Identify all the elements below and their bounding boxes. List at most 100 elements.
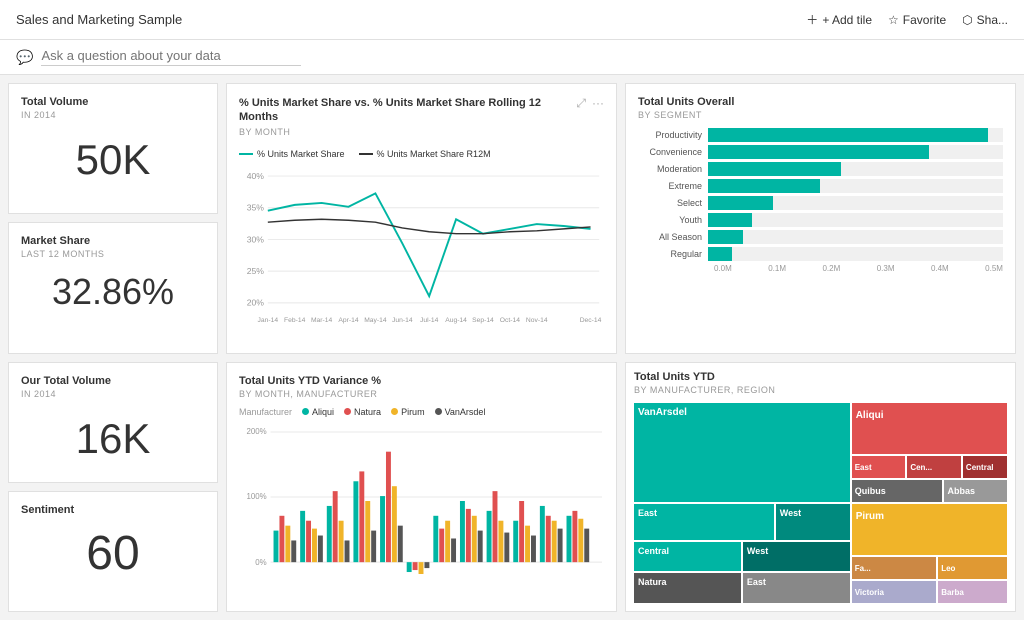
svg-text:May-14: May-14 (364, 317, 387, 324)
svg-text:Dec-14: Dec-14 (580, 317, 602, 324)
hbar-row: Youth (638, 213, 1003, 227)
legend-label-units: % Units Market Share (257, 149, 345, 159)
total-volume-card: Total Volume IN 2014 50K (8, 83, 218, 214)
share-button[interactable]: ⬡ Sha... (962, 13, 1008, 27)
pirum-dot (391, 408, 398, 415)
treemap-leo: Leo (938, 557, 1007, 579)
svg-text:20%: 20% (247, 297, 265, 307)
treemap-pirum: Pirum (852, 504, 1007, 556)
line-chart-title: % Units Market Share vs. % Units Market … (239, 96, 576, 125)
hbar-row: Regular (638, 247, 1003, 261)
legend-r12m: % Units Market Share R12M (359, 149, 491, 159)
line-chart-header: % Units Market Share vs. % Units Market … (239, 96, 604, 145)
treemap-natura-row: Natura East (634, 573, 850, 602)
svg-text:Mar-14: Mar-14 (311, 317, 333, 324)
svg-text:0%: 0% (255, 558, 266, 567)
hbar-xaxis-label: 0.3M (877, 264, 895, 273)
legend-aliqui-label: Aliqui (312, 407, 334, 417)
hbar-label: Regular (638, 249, 708, 259)
hbar-chart-subtitle: BY SEGMENT (638, 110, 1003, 120)
expand-icon[interactable]: ⤢ (576, 96, 586, 111)
hbar-chart: ProductivityConvenienceModerationExtreme… (638, 128, 1003, 273)
svg-text:Jul-14: Jul-14 (420, 317, 439, 324)
line-chart-svg: 40% 35% 30% 25% 20% Jan-14 Feb-14 Mar-14… (239, 163, 604, 338)
treemap-fabr: Fa... (852, 557, 937, 579)
hbar-row: Productivity (638, 128, 1003, 142)
vbar-chart-svg: 200% 100% 0% (239, 421, 604, 581)
line-r12m (268, 219, 591, 233)
legend-vanarsdel-label: VanArsdel (445, 407, 486, 417)
our-volume-title: Our Total Volume (21, 375, 205, 387)
top-bar: Sales and Marketing Sample ＋ + Add tile … (0, 0, 1024, 40)
svg-text:Feb-14: Feb-14 (284, 317, 306, 324)
manufacturer-label: Manufacturer (239, 407, 292, 417)
treemap-west2: West (743, 542, 850, 571)
sentiment-card: Sentiment 60 (8, 491, 218, 612)
hbar-xaxis-label: 0.1M (768, 264, 786, 273)
treemap-title: Total Units YTD (634, 371, 1007, 383)
hbar-track (708, 230, 1003, 244)
total-volume-subtitle: IN 2014 (21, 110, 205, 120)
market-share-subtitle: LAST 12 MONTHS (21, 249, 205, 259)
hbar-fill (708, 213, 752, 227)
market-share-card: Market Share LAST 12 MONTHS 32.86% (8, 222, 218, 353)
line-legend: % Units Market Share % Units Market Shar… (239, 149, 604, 159)
add-tile-button[interactable]: ＋ + Add tile (806, 11, 872, 28)
treemap-aliqui: Aliqui (852, 403, 1007, 455)
legend-label-r12m: % Units Market Share R12M (377, 149, 491, 159)
legend-line-teal (239, 153, 253, 155)
svg-text:Apr-14: Apr-14 (338, 317, 358, 324)
legend-aliqui: Aliqui (302, 407, 334, 417)
hbar-chart-card: Total Units Overall BY SEGMENT Productiv… (625, 83, 1016, 354)
hbar-row: Select (638, 196, 1003, 210)
more-icon[interactable]: ··· (592, 96, 604, 111)
hbar-fill (708, 179, 820, 193)
vbar-chart-title: Total Units YTD Variance % (239, 375, 604, 387)
add-icon: ＋ (806, 11, 818, 28)
treemap-abbas: Abbas (944, 480, 1007, 502)
favorite-button[interactable]: ☆ Favorite (888, 13, 946, 27)
hbar-chart-title: Total Units Overall (638, 96, 1003, 108)
sentiment-title: Sentiment (21, 504, 205, 516)
vbar-chart-card: Total Units YTD Variance % BY MONTH, MAN… (226, 362, 617, 612)
treemap-container: VanArsdel East West Central West (634, 403, 1007, 603)
hbar-track (708, 247, 1003, 261)
market-share-value: 32.86% (21, 271, 205, 313)
chat-icon: 💬 (16, 49, 33, 66)
treemap-victoria-row: Victoria Barba (852, 581, 1007, 603)
treemap-central-west-row: Central West (634, 542, 850, 571)
svg-text:Aug-14: Aug-14 (445, 317, 467, 324)
hbar-track (708, 213, 1003, 227)
hbar-row: All Season (638, 230, 1003, 244)
treemap-natura: Natura (634, 573, 741, 602)
hbar-fill (708, 230, 743, 244)
dashboard: Total Volume IN 2014 50K Market Share LA… (0, 75, 1024, 620)
page-title: Sales and Marketing Sample (16, 12, 182, 27)
hbar-label: Youth (638, 215, 708, 225)
share-icon: ⬡ (962, 13, 972, 27)
treemap-natura-east: East (743, 573, 850, 602)
star-icon: ☆ (888, 13, 899, 27)
svg-text:Jun-14: Jun-14 (392, 317, 413, 324)
treemap-pirum-row: Fa... Leo (852, 557, 1007, 579)
hbar-xaxis-label: 0.2M (822, 264, 840, 273)
hbar-fill (708, 247, 732, 261)
hbar-fill (708, 162, 841, 176)
svg-text:Oct-14: Oct-14 (500, 317, 520, 324)
our-volume-subtitle: IN 2014 (21, 389, 205, 399)
hbar-label: Select (638, 198, 708, 208)
our-total-volume-card: Our Total Volume IN 2014 16K (8, 362, 218, 483)
svg-text:35%: 35% (247, 202, 265, 212)
total-volume-title: Total Volume (21, 96, 205, 108)
hbar-track (708, 145, 1003, 159)
legend-natura: Natura (344, 407, 381, 417)
hbar-fill (708, 145, 929, 159)
treemap-aliqui-regions: East Cen... Central (852, 456, 1007, 478)
vbar-chart-subtitle: BY MONTH, MANUFACTURER (239, 389, 604, 399)
hbar-track (708, 128, 1003, 142)
ask-input[interactable] (41, 48, 301, 66)
treemap-east: East (634, 504, 774, 540)
bottom-left-column: Our Total Volume IN 2014 16K Sentiment 6… (8, 362, 218, 612)
legend-vanarsdel: VanArsdel (435, 407, 486, 417)
hbar-track (708, 162, 1003, 176)
